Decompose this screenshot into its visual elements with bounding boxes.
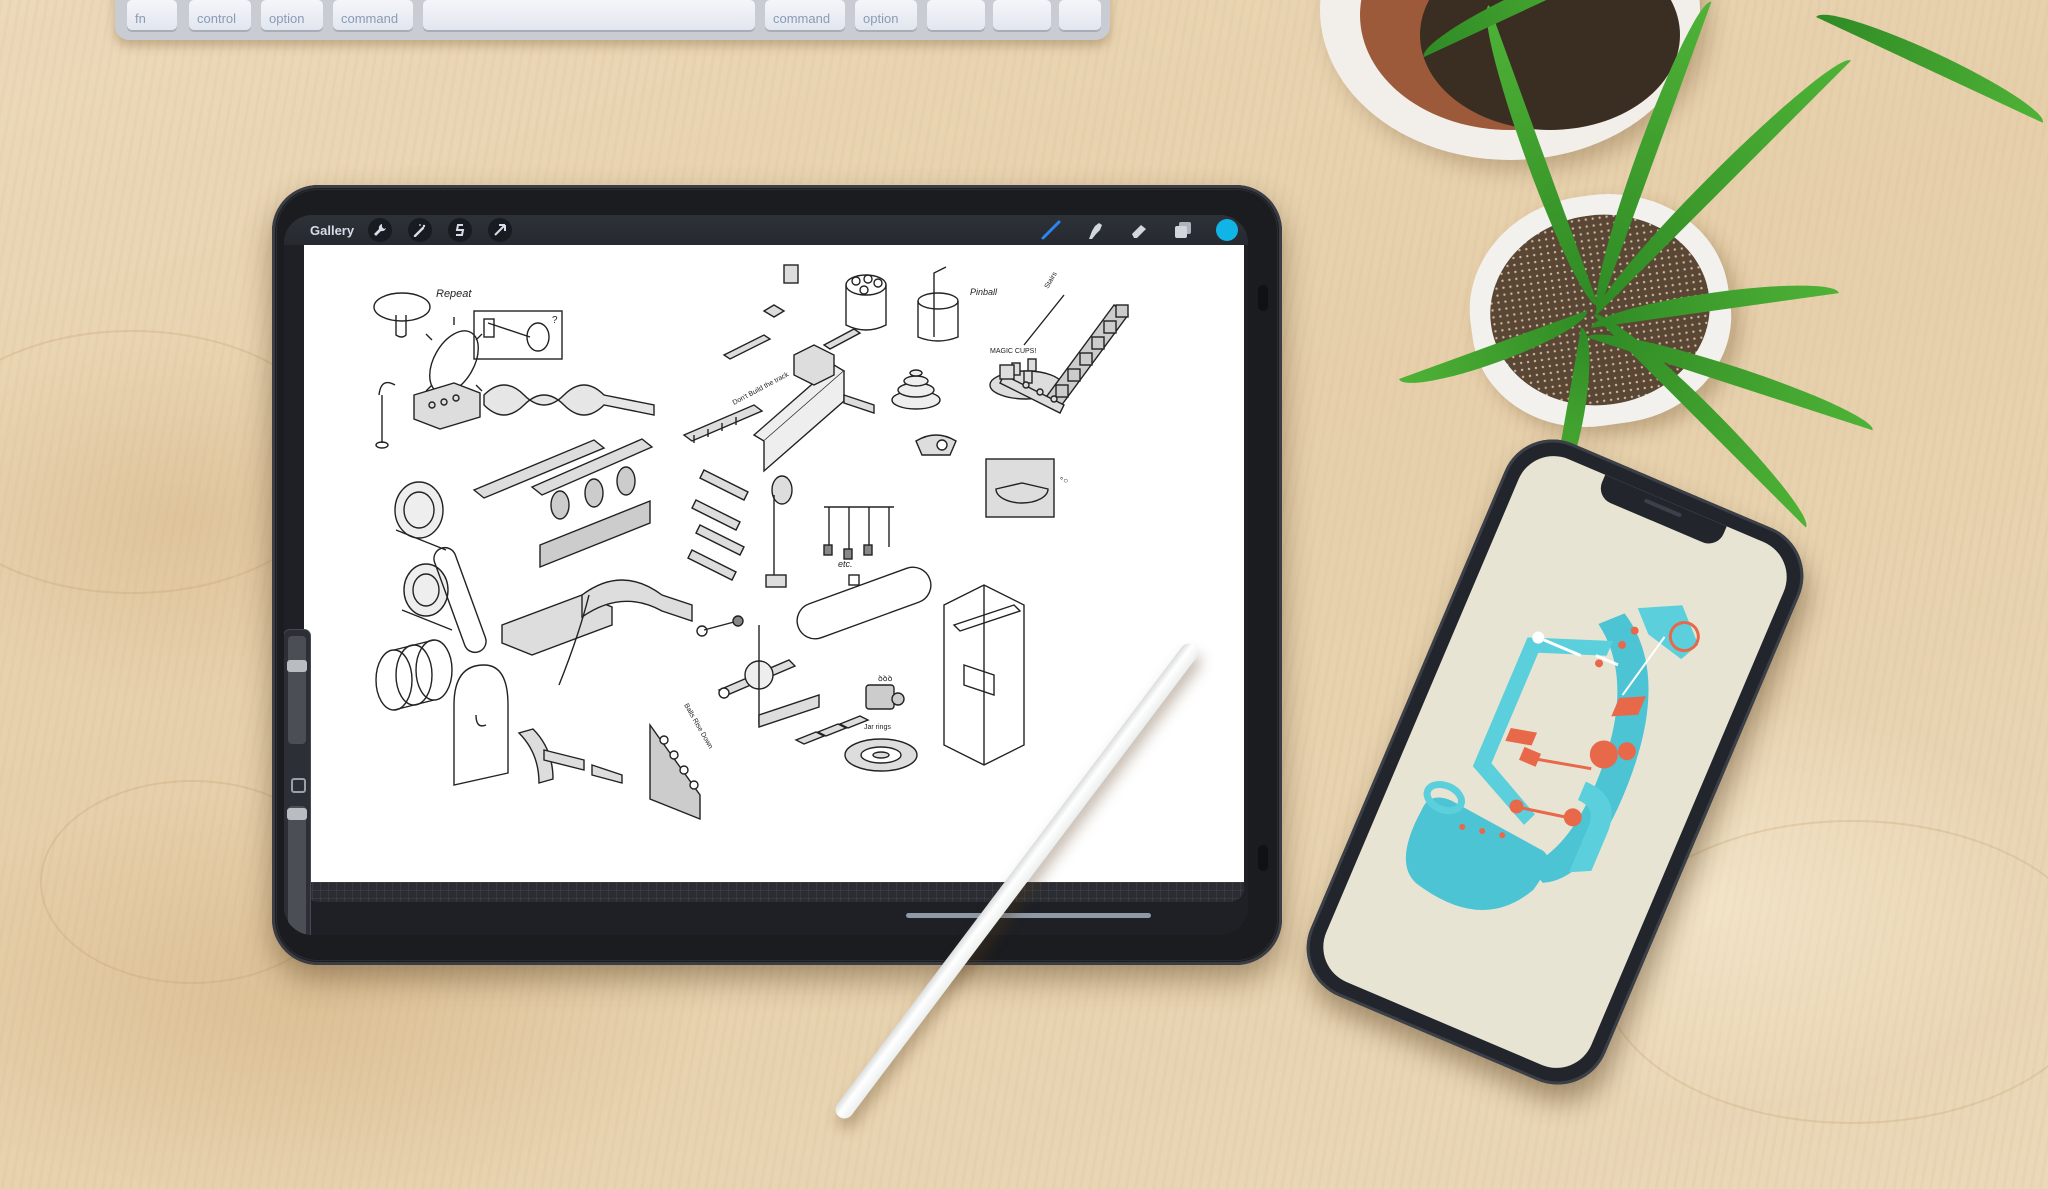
sketch-pie-box (985, 458, 1055, 518)
keyboard: fn control option command command option (115, 0, 1110, 40)
sketch-block-stack (413, 382, 481, 430)
soil (1420, 0, 1680, 130)
annotation-magic-cups: MAGIC CUPS! (990, 348, 1036, 355)
sketch-lollipop (696, 615, 744, 637)
wrench-icon (374, 224, 387, 236)
magic-wand-icon (413, 224, 426, 237)
color-picker-button[interactable] (1216, 219, 1238, 241)
sketch-boat (915, 434, 957, 456)
sketch-dominoes (794, 715, 870, 745)
sketch-stepped-cone (891, 369, 941, 410)
annotation-dont-build: Don't Build the track (732, 371, 791, 407)
speaker (1643, 498, 1683, 518)
annotation-circle: °○ (1060, 476, 1068, 485)
sketch-pin-rail (722, 264, 862, 360)
annotation-repeat: Repeat (436, 288, 472, 300)
sketch-ramp-holes (649, 722, 701, 821)
sketch-cup-straw (917, 266, 959, 342)
sketch-pulley-box (473, 310, 563, 360)
smudge-finger-icon[interactable] (1084, 219, 1106, 241)
key-arrow-right[interactable] (1059, 0, 1101, 30)
tablet: Gallery Repeat ? Pinball MAGIC CUPS! Sta… (272, 185, 1282, 965)
sketch-arrow (1023, 294, 1065, 346)
brush-sidebar: ↶ ↷ (284, 630, 310, 935)
sketch-tunnel-arch (453, 664, 509, 786)
opacity-slider[interactable] (287, 806, 307, 935)
sketch-jar-with-balls (845, 274, 887, 331)
actions-button[interactable] (368, 218, 393, 242)
sketch-spiral-loop (394, 481, 447, 551)
sketch-lamp-post (765, 475, 793, 588)
selection-s-icon (455, 224, 465, 236)
adjustments-button[interactable] (408, 218, 433, 242)
annotation-question: ? (552, 315, 558, 326)
sketch-oval-track (796, 566, 932, 640)
key-arrow-down[interactable] (993, 0, 1051, 30)
toolbar-right (1040, 215, 1238, 245)
sketch-stairs-conveyor (1043, 304, 1129, 411)
sketch-cross-lever (717, 625, 820, 728)
annotation-pinball: Pinball (970, 287, 998, 297)
sketch-zigzag-bars (687, 469, 749, 581)
key-option-right[interactable]: option (855, 0, 917, 30)
key-option[interactable]: option (261, 0, 323, 30)
key-command-right[interactable]: command (765, 0, 845, 30)
sketch-artwork: Repeat ? Pinball MAGIC CUPS! Stairs Don'… (373, 264, 1129, 821)
sketch-zigzag-track (483, 384, 655, 416)
eraser-icon[interactable] (1128, 219, 1150, 241)
brush-size-thumb[interactable] (287, 659, 307, 672)
modify-button[interactable] (291, 778, 306, 793)
brush-size-slider[interactable] (287, 636, 307, 744)
layers-icon[interactable] (1172, 219, 1194, 241)
annotation-stairs: Stairs (1044, 271, 1059, 290)
key-control[interactable]: control (189, 0, 251, 30)
home-indicator[interactable] (906, 913, 1151, 918)
selection-button[interactable] (448, 218, 473, 242)
key-command[interactable]: command (333, 0, 413, 30)
transform-button[interactable] (488, 218, 513, 242)
sketch-spiral-loop (401, 563, 453, 631)
drawing-canvas[interactable]: Repeat ? Pinball MAGIC CUPS! Stairs Don'… (304, 245, 1244, 882)
key-fn[interactable]: fn (127, 0, 177, 30)
sketch-curve-chute (517, 728, 623, 784)
canvas-bottom-bar (304, 882, 1244, 902)
annotation-jar-rings: Jar rings (864, 724, 891, 731)
annotation-etc: etc. (838, 559, 853, 569)
annotation-apples: ꝺꝺꝺ (878, 674, 893, 683)
tablet-sensor (1258, 285, 1268, 311)
arrow-cursor-icon (494, 224, 507, 236)
tablet-screen: Gallery Repeat ? Pinball MAGIC CUPS! Sta… (284, 215, 1248, 935)
annotation-balls-rise-down: Balls Rise Down (682, 703, 714, 751)
sketch-ring-track (844, 738, 918, 772)
sketch-slot-machine (865, 684, 905, 710)
tablet-sensor (1258, 845, 1268, 871)
brush-icon[interactable] (1040, 219, 1062, 241)
app-toolbar: Gallery (284, 215, 1248, 245)
sketch-pendulums (823, 506, 894, 560)
sketch-drop-box (943, 584, 1025, 766)
opacity-thumb[interactable] (287, 808, 307, 821)
sketch-ladder (682, 404, 764, 443)
sketch-hook (375, 381, 396, 449)
key-space[interactable] (423, 0, 755, 30)
sketch-spring-coil (375, 639, 453, 711)
key-arrow-left[interactable] (927, 0, 985, 30)
gallery-button[interactable]: Gallery (310, 223, 354, 238)
sketch-mushroom (373, 292, 431, 338)
